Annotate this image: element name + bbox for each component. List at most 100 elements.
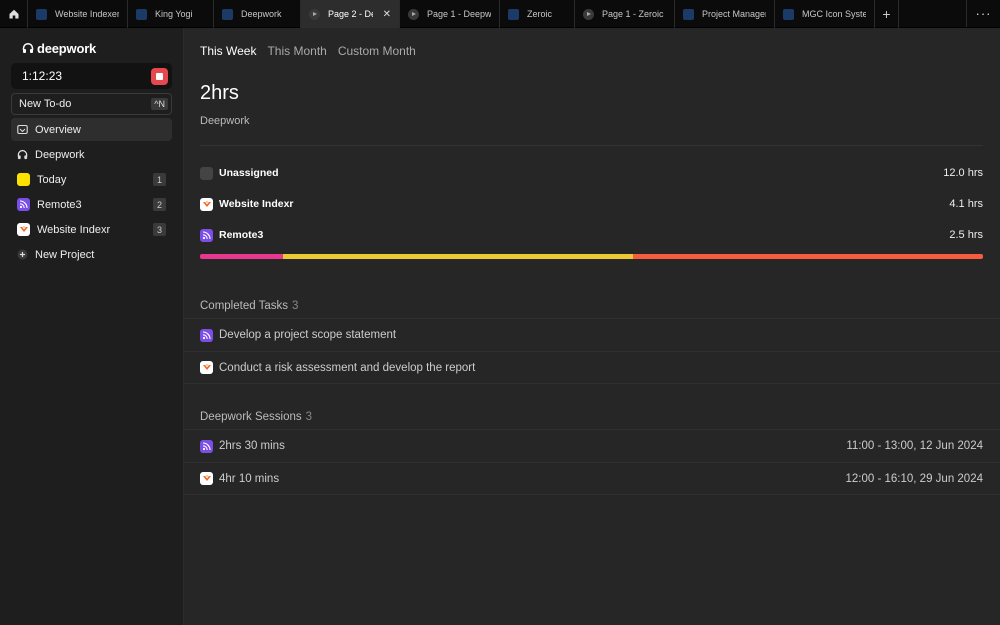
- project-hours: 12.0 hrs: [943, 167, 983, 179]
- browser-tab[interactable]: Page 1 - Zeroic: [575, 0, 675, 28]
- sidebar-item-label: Today: [37, 173, 67, 186]
- tab-label: Project Managem: [702, 9, 766, 19]
- section-title-text: Deepwork Sessions: [200, 411, 302, 423]
- distribution-segment: [200, 254, 283, 259]
- website-indexr-logo-icon: [200, 472, 213, 485]
- website-indexr-logo-icon: [200, 197, 213, 211]
- tab-this-week[interactable]: This Week: [200, 44, 256, 58]
- today-square-icon: [17, 173, 30, 186]
- sidebar-item-website-indexr[interactable]: Website Indexr 3: [11, 218, 172, 241]
- divider: [200, 145, 983, 146]
- tab-label: Website Indexer: [55, 9, 119, 19]
- browser-tab-bar: Website Indexer King Yogi Deepwork Page …: [0, 0, 1000, 28]
- sidebar-item-overview[interactable]: Overview: [11, 118, 172, 141]
- sidebar-item-label: New Project: [35, 248, 95, 261]
- sidebar-item-remote3[interactable]: Remote3 2: [11, 193, 172, 216]
- item-count-badge: 1: [153, 173, 166, 186]
- headphones-icon: [22, 42, 34, 53]
- task-row[interactable]: Develop a project scope statement: [184, 318, 1000, 351]
- headphones-icon: [17, 149, 28, 160]
- more-options-button[interactable]: ···: [966, 0, 1000, 27]
- play-icon: [309, 8, 320, 20]
- new-tab-button[interactable]: +: [875, 0, 899, 28]
- session-row[interactable]: 4hr 10 mins 12:00 - 16:10, 29 Jun 2024: [184, 462, 1000, 495]
- sidebar-item-label: Remote3: [37, 198, 82, 211]
- play-icon: [583, 8, 594, 20]
- project-row-remote3: Remote3 2.5 hrs: [200, 226, 983, 244]
- timer-display: 1:12:23: [22, 69, 63, 83]
- zeroic-favicon-icon: [508, 8, 519, 20]
- play-icon: [408, 8, 419, 20]
- project-name: Website Indexr: [219, 198, 294, 210]
- home-button[interactable]: [0, 0, 28, 28]
- tab-this-month[interactable]: This Month: [267, 44, 326, 58]
- remote3-logo-icon: [200, 228, 213, 242]
- tab-label: Page 1 - Zeroic: [602, 9, 664, 19]
- time-distribution-bar: [200, 254, 983, 259]
- period-tabs: This Week This Month Custom Month: [200, 44, 416, 58]
- task-label: Conduct a risk assessment and develop th…: [219, 361, 476, 374]
- overview-icon: [17, 124, 28, 135]
- session-time: 11:00 - 13:00, 12 Jun 2024: [846, 440, 983, 452]
- browser-tab[interactable]: Website Indexer: [28, 0, 128, 28]
- tab-label: Page 2 - Deep: [328, 9, 373, 19]
- brand-logo: deepwork: [11, 28, 172, 68]
- king-yogi-favicon-icon: [136, 8, 147, 20]
- task-label: Develop a project scope statement: [219, 329, 397, 341]
- tab-custom-month[interactable]: Custom Month: [338, 44, 416, 58]
- home-icon: [9, 9, 18, 19]
- project-hours: 2.5 hrs: [949, 229, 983, 241]
- completed-tasks-heading: Completed Tasks 3: [200, 300, 298, 312]
- browser-tab[interactable]: Page 1 - Deepw: [400, 0, 500, 28]
- close-tab-icon[interactable]: ✕: [383, 9, 391, 20]
- session-time: 12:00 - 16:10, 29 Jun 2024: [845, 472, 983, 485]
- shortcut-hint: ^N: [151, 98, 168, 110]
- tab-label: Deepwork: [241, 9, 282, 19]
- sidebar-item-label: Deepwork: [35, 148, 85, 161]
- sidebar-item-label: Website Indexr: [37, 223, 111, 236]
- new-project-button[interactable]: New Project: [11, 243, 172, 266]
- total-hours-label: Deepwork: [200, 115, 250, 127]
- session-duration: 4hr 10 mins: [219, 472, 280, 485]
- project-name: Remote3: [219, 229, 264, 241]
- browser-tab-active[interactable]: Page 2 - Deep ✕: [301, 0, 400, 28]
- remote3-logo-icon: [200, 328, 213, 342]
- browser-tab[interactable]: Project Managem: [675, 0, 775, 28]
- tab-label: Zeroic: [527, 9, 553, 19]
- browser-tab[interactable]: King Yogi: [128, 0, 214, 28]
- sidebar-item-deepwork[interactable]: Deepwork: [11, 143, 172, 166]
- sidebar: deepwork 1:12:23 New To-do ^N Overview D…: [0, 28, 184, 625]
- session-duration: 2hrs 30 mins: [219, 440, 285, 452]
- item-count-badge: 3: [153, 223, 166, 236]
- website-indexer-favicon-icon: [36, 8, 47, 20]
- sidebar-item-label: Overview: [35, 123, 81, 136]
- task-row[interactable]: Conduct a risk assessment and develop th…: [184, 351, 1000, 384]
- sidebar-item-today[interactable]: Today 1: [11, 168, 172, 191]
- browser-tab[interactable]: Zeroic: [500, 0, 575, 28]
- distribution-segment: [282, 254, 633, 259]
- total-hours: 2hrs: [200, 82, 239, 104]
- session-row[interactable]: 2hrs 30 mins 11:00 - 13:00, 12 Jun 2024: [184, 429, 1000, 462]
- remote3-logo-icon: [200, 439, 213, 453]
- new-todo-label: New To-do: [19, 98, 72, 110]
- remote3-logo-icon: [17, 198, 30, 211]
- project-row-website-indexr: Website Indexr 4.1 hrs: [200, 195, 983, 213]
- website-indexr-logo-icon: [17, 223, 30, 236]
- project-management-favicon-icon: [683, 8, 694, 20]
- new-todo-button[interactable]: New To-do ^N: [11, 93, 172, 115]
- brand-name: deepwork: [37, 40, 97, 56]
- browser-tab[interactable]: MGC Icon Systen: [775, 0, 875, 28]
- unassigned-square-icon: [200, 166, 213, 180]
- main-content: This Week This Month Custom Month 2hrs D…: [184, 28, 1000, 625]
- project-row-unassigned: Unassigned 12.0 hrs: [200, 164, 983, 182]
- tab-label: MGC Icon Systen: [802, 9, 866, 19]
- tab-label: Page 1 - Deepw: [427, 9, 491, 19]
- distribution-segment: [632, 254, 983, 259]
- browser-tab[interactable]: Deepwork: [214, 0, 301, 28]
- item-count-badge: 2: [153, 198, 166, 211]
- stop-timer-button[interactable]: [151, 67, 168, 85]
- project-name: Unassigned: [219, 167, 279, 179]
- project-hours: 4.1 hrs: [949, 198, 983, 210]
- deepwork-favicon-icon: [222, 8, 233, 20]
- website-indexr-logo-icon: [200, 361, 213, 374]
